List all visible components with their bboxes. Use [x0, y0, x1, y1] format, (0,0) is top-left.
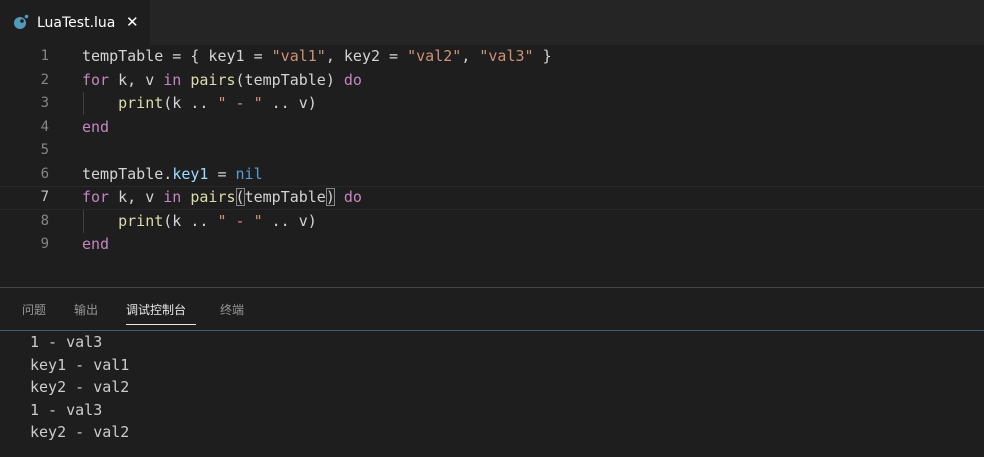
active-tab-indicator — [126, 324, 196, 325]
code-token: (k .. — [163, 94, 218, 112]
code-text: end — [82, 233, 109, 256]
code-line-9[interactable]: 9 end — [0, 233, 984, 257]
code-text: print(k .. " - " .. v) — [82, 92, 317, 115]
tab-output[interactable]: 输出 — [74, 302, 98, 318]
code-line-7[interactable]: 7 for k, v in pairs(tempTable) do — [0, 186, 984, 210]
string-token: "val1" — [271, 47, 326, 65]
code-token: k, v — [109, 188, 164, 206]
console-output-line: key1 - val1 — [30, 356, 130, 374]
tab-luatest-lua[interactable]: LuaTest.lua ✕ — [0, 0, 150, 45]
line-number: 9 — [40, 236, 49, 252]
keyword-token: for — [82, 188, 110, 206]
code-token: tempTable — [244, 188, 326, 206]
keyword-token: in — [163, 188, 182, 206]
lua-file-icon — [14, 14, 29, 29]
code-line-6[interactable]: 6 tempTable.key1 = nil — [0, 163, 984, 187]
string-token: " - " — [217, 94, 263, 112]
string-token: " - " — [217, 211, 263, 230]
code-line-8[interactable]: 8 print(k .. " - " .. v) — [0, 209, 984, 234]
code-token: (tempTable) — [235, 70, 344, 89]
keyword-token: in — [163, 70, 182, 89]
code-text: tempTable.key1 = nil — [82, 163, 263, 186]
code-editor[interactable]: 1 tempTable = { key1 = "val1", key2 = "v… — [0, 45, 984, 287]
line-number: 7 — [40, 189, 49, 205]
line-number: 4 — [40, 118, 49, 135]
tab-problems[interactable]: 问题 — [22, 302, 46, 318]
code-text: tempTable = { key1 = "val1", key2 = "val… — [82, 45, 552, 68]
code-token: tempTable = { key1 = — [82, 47, 272, 65]
close-icon[interactable]: ✕ — [126, 12, 139, 32]
keyword-token: end — [82, 117, 110, 136]
keyword-token: do — [343, 70, 362, 89]
line-number: 8 — [40, 212, 49, 229]
constant-token: nil — [235, 164, 263, 183]
code-text: for k, v in pairs(tempTable) do — [82, 69, 362, 92]
property-token: key1 — [172, 164, 209, 183]
string-token: "val3" — [479, 47, 534, 65]
code-token: = — [208, 164, 236, 183]
code-line-3[interactable]: 3 print(k .. " - " .. v) — [0, 92, 984, 116]
vscode-window: LuaTest.lua ✕ 1 tempTable = { key1 = "va… — [0, 0, 984, 457]
console-output-line: 1 - val3 — [30, 401, 103, 419]
code-token: , — [461, 47, 480, 65]
code-token: tempTable. — [82, 164, 173, 183]
line-number: 1 — [40, 48, 49, 64]
code-line-1[interactable]: 1 tempTable = { key1 = "val1", key2 = "v… — [0, 45, 984, 69]
function-token: pairs — [190, 70, 236, 89]
bracket-match: ) — [325, 188, 335, 206]
console-output-line: key2 - val2 — [30, 378, 130, 396]
code-text: for k, v in pairs(tempTable) do — [82, 186, 362, 209]
line-number: 5 — [40, 142, 49, 158]
code-token: .. v) — [262, 94, 317, 112]
code-text: print(k .. " - " .. v) — [82, 210, 317, 233]
console-output-line: 1 - val3 — [30, 333, 103, 351]
keyword-token: end — [82, 235, 110, 253]
code-line-4[interactable]: 4 end — [0, 116, 984, 140]
keyword-token: do — [343, 188, 362, 206]
code-text: end — [82, 116, 109, 139]
code-token: k, v — [109, 70, 164, 89]
line-number: 6 — [40, 165, 49, 182]
tab-terminal[interactable]: 终端 — [220, 302, 244, 318]
code-token: , key2 = — [325, 47, 408, 65]
bottom-panel: 问题 输出 调试控制台 终端 1 - val3 key1 - val1 key2… — [0, 287, 984, 457]
string-token: "val2" — [407, 47, 462, 65]
function-token: pairs — [190, 188, 236, 206]
code-token: .. v) — [262, 211, 317, 230]
function-token: print — [118, 94, 164, 112]
line-number: 2 — [40, 71, 49, 88]
line-number: 3 — [40, 95, 49, 111]
code-token: } — [533, 47, 552, 65]
console-output-line: key2 - val2 — [30, 423, 130, 441]
code-token: (k .. — [163, 211, 218, 230]
tab-label: LuaTest.lua — [37, 15, 116, 31]
tab-debug-console[interactable]: 调试控制台 — [126, 302, 186, 318]
code-line-5[interactable]: 5 — [0, 139, 984, 163]
code-line-2[interactable]: 2 for k, v in pairs(tempTable) do — [0, 69, 984, 93]
function-token: print — [118, 211, 164, 230]
bracket-match: ( — [235, 188, 245, 206]
panel-divider — [0, 330, 984, 331]
editor-tab-bar: LuaTest.lua ✕ — [0, 0, 984, 45]
keyword-token: for — [82, 70, 110, 89]
